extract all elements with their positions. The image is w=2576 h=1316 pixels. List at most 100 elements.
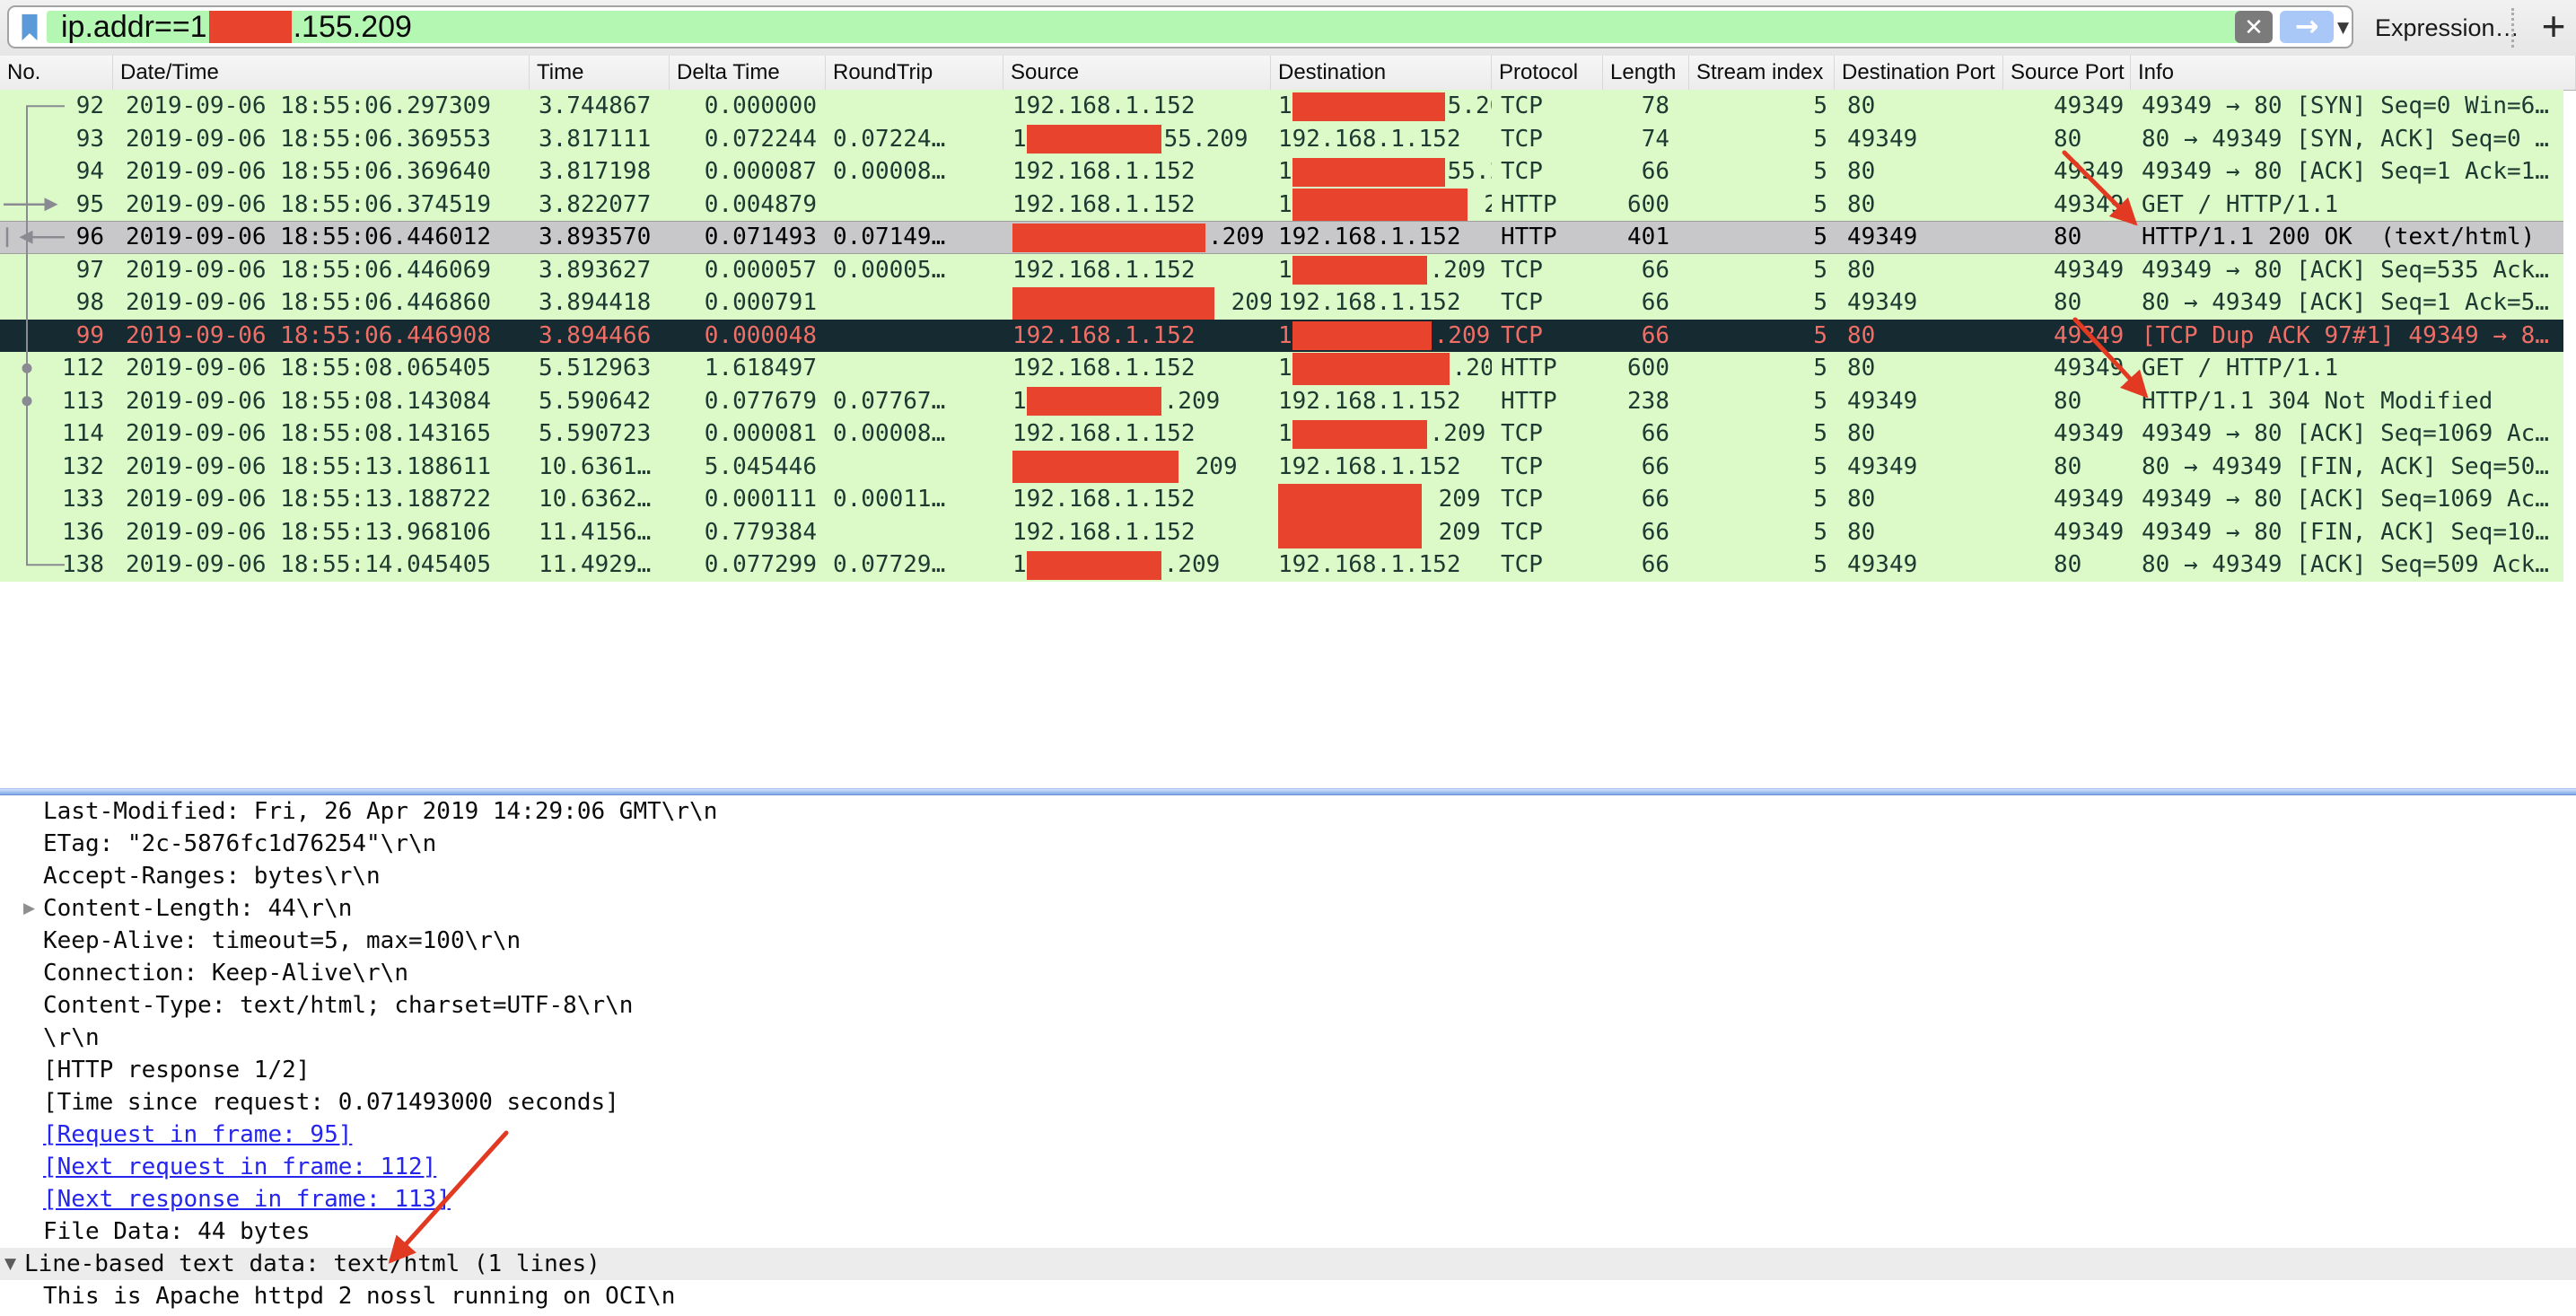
detail-line[interactable]: Connection: Keep-Alive\r\n: [0, 957, 2576, 989]
column-header-delta-time[interactable]: Delta Time: [670, 56, 826, 90]
time-cell: 5.590723: [530, 417, 670, 451]
filter-field[interactable]: ip.addr==1.155.209: [47, 11, 2242, 43]
display-filter-input[interactable]: ip.addr==1.155.209 ✕ → ▼: [7, 5, 2353, 48]
packet-row-98[interactable]: 982019-09-06 18:55:06.4468603.8944180.00…: [0, 286, 2563, 320]
frame-link[interactable]: [Next request in frame: 112]: [0, 1151, 2576, 1183]
detail-line[interactable]: Keep-Alive: timeout=5, max=100\r\n: [0, 925, 2576, 957]
filter-redaction-box: [209, 11, 292, 43]
packet-row-132[interactable]: 1322019-09-06 18:55:13.18861110.6361…5.0…: [0, 451, 2563, 484]
time-cell: 3.893570: [530, 221, 670, 254]
column-header-length[interactable]: Length: [1603, 56, 1689, 90]
length-cell: 78: [1603, 90, 1689, 123]
pane-splitter[interactable]: [0, 788, 2576, 795]
packet-row-136[interactable]: 1362019-09-06 18:55:13.96810611.4156…0.7…: [0, 516, 2563, 549]
datetime-cell: 2019-09-06 18:55:06.446012: [113, 221, 530, 254]
destination-cell: 209: [1271, 516, 1492, 549]
packet-row-92[interactable]: 922019-09-06 18:55:06.2973093.7448670.00…: [0, 90, 2563, 123]
redaction-box: [1012, 224, 1205, 252]
redaction-box: [1292, 420, 1427, 449]
column-header-stream-index[interactable]: Stream index: [1689, 56, 1835, 90]
packet-row-97[interactable]: 972019-09-06 18:55:06.4460693.8936270.00…: [0, 254, 2563, 287]
column-header-destination[interactable]: Destination: [1271, 56, 1492, 90]
dest-port-cell: 49349: [1835, 123, 2003, 156]
packet-row-113[interactable]: 1132019-09-06 18:55:08.1430845.5906420.0…: [0, 385, 2563, 418]
clear-filter-icon[interactable]: ✕: [2235, 11, 2273, 43]
chevron-down-icon[interactable]: ▼: [2337, 16, 2349, 39]
detail-line[interactable]: \r\n: [0, 1022, 2576, 1054]
packet-row-94[interactable]: 942019-09-06 18:55:06.3696403.8171980.00…: [0, 155, 2563, 189]
stream-index-cell: 5: [1689, 221, 1835, 254]
column-header-roundtrip[interactable]: RoundTrip: [826, 56, 1003, 90]
roundtrip-cell: 0.07224…: [826, 123, 1003, 156]
datetime-cell: 2019-09-06 18:55:06.374519: [113, 189, 530, 222]
detail-line[interactable]: ▶Content-Length: 44\r\n: [0, 892, 2576, 925]
detail-line[interactable]: ETag: "2c-5876fc1d76254"\r\n: [0, 828, 2576, 860]
info-cell: HTTP/1.1 304 Not Modified: [2131, 385, 2563, 418]
packet-row-133[interactable]: 1332019-09-06 18:55:13.18872210.6362…0.0…: [0, 483, 2563, 516]
length-cell: 66: [1603, 417, 1689, 451]
column-header-protocol[interactable]: Protocol: [1492, 56, 1603, 90]
redaction-box: [1012, 451, 1178, 483]
bookmark-icon[interactable]: [18, 13, 41, 43]
time-cell: 11.4929…: [530, 548, 670, 582]
packet-row-96[interactable]: 962019-09-06 18:55:06.4460123.8935700.07…: [0, 221, 2563, 254]
column-header-info[interactable]: Info: [2131, 56, 2576, 90]
time-cell: 3.822077: [530, 189, 670, 222]
detail-line-text: \r\n: [43, 1022, 100, 1054]
column-header-time[interactable]: Time: [530, 56, 670, 90]
length-cell: 66: [1603, 548, 1689, 582]
detail-line[interactable]: ▼Line-based text data: text/html (1 line…: [0, 1248, 2576, 1280]
packet-row-99[interactable]: 992019-09-06 18:55:06.4469083.8944660.00…: [0, 320, 2563, 353]
stream-index-cell: 5: [1689, 90, 1835, 123]
collapse-down-icon[interactable]: ▼: [4, 1248, 16, 1280]
detail-line[interactable]: Content-Type: text/html; charset=UTF-8\r…: [0, 989, 2576, 1022]
detail-line[interactable]: [Time since request: 0.071493000 seconds…: [0, 1086, 2576, 1119]
length-cell: 66: [1603, 155, 1689, 189]
packet-list-header: No.Date/TimeTimeDelta TimeRoundTripSourc…: [0, 56, 2576, 91]
packet-row-138[interactable]: 1382019-09-06 18:55:14.04540511.4929…0.0…: [0, 548, 2563, 582]
packet-detail-pane: Last-Modified: Fri, 26 Apr 2019 14:29:06…: [0, 795, 2576, 1316]
expand-right-icon[interactable]: ▶: [23, 892, 35, 925]
packet-row-112[interactable]: 1122019-09-06 18:55:08.0654055.5129631.6…: [0, 352, 2563, 385]
filter-toolbar: ip.addr==1.155.209 ✕ → ▼ Expression… +: [0, 0, 2576, 57]
packet-row-114[interactable]: 1142019-09-06 18:55:08.1431655.5907230.0…: [0, 417, 2563, 451]
datetime-cell: 2019-09-06 18:55:06.369553: [113, 123, 530, 156]
roundtrip-cell: 0.00008…: [826, 155, 1003, 189]
frame-link[interactable]: [Request in frame: 95]: [0, 1119, 2576, 1151]
datetime-cell: 2019-09-06 18:55:13.188722: [113, 483, 530, 516]
datetime-cell: 2019-09-06 18:55:13.968106: [113, 516, 530, 549]
stream-index-cell: 5: [1689, 286, 1835, 320]
length-cell: 238: [1603, 385, 1689, 418]
delta-cell: 0.000048: [670, 320, 826, 353]
column-header-destination-port[interactable]: Destination Port: [1835, 56, 2003, 90]
packet-row-95[interactable]: 952019-09-06 18:55:06.3745193.8220770.00…: [0, 189, 2563, 222]
detail-line[interactable]: Last-Modified: Fri, 26 Apr 2019 14:29:06…: [0, 795, 2576, 828]
packet-row-93[interactable]: 932019-09-06 18:55:06.3695533.8171110.07…: [0, 123, 2563, 156]
destination-cell: 192.168.1.152: [1271, 385, 1492, 418]
delta-cell: 0.000111: [670, 483, 826, 516]
detail-line[interactable]: Accept-Ranges: bytes\r\n: [0, 860, 2576, 892]
delta-cell: 0.000791: [670, 286, 826, 320]
detail-line[interactable]: File Data: 44 bytes: [0, 1215, 2576, 1248]
delta-cell: 0.779384: [670, 516, 826, 549]
column-header-date-time[interactable]: Date/Time: [113, 56, 530, 90]
time-cell: 5.590642: [530, 385, 670, 418]
source-cell: 209: [1003, 451, 1271, 484]
apply-filter-icon[interactable]: →: [2280, 11, 2334, 43]
detail-line[interactable]: This is Apache httpd 2 nossl running on …: [0, 1280, 2576, 1312]
column-header-source-port[interactable]: Source Port: [2003, 56, 2131, 90]
source-cell: .209: [1003, 221, 1271, 254]
detail-line[interactable]: [HTTP response 1/2]: [0, 1054, 2576, 1086]
frame-link[interactable]: [Next response in frame: 113]: [0, 1183, 2576, 1215]
destination-cell: 1.209: [1271, 352, 1492, 385]
destination-cell: 192.168.1.152: [1271, 451, 1492, 484]
info-cell: 80 → 49349 [ACK] Seq=509 Ack…: [2131, 548, 2563, 582]
column-header-no[interactable]: No.: [0, 56, 113, 90]
info-cell: HTTP/1.1 200 OK (text/html): [2131, 221, 2563, 254]
delta-cell: 0.000081: [670, 417, 826, 451]
column-header-source[interactable]: Source: [1003, 56, 1271, 90]
destination-cell: 209: [1271, 483, 1492, 516]
add-filter-button[interactable]: +: [2531, 0, 2576, 52]
expression-button[interactable]: Expression…: [2375, 0, 2519, 56]
stream-index-cell: 5: [1689, 352, 1835, 385]
